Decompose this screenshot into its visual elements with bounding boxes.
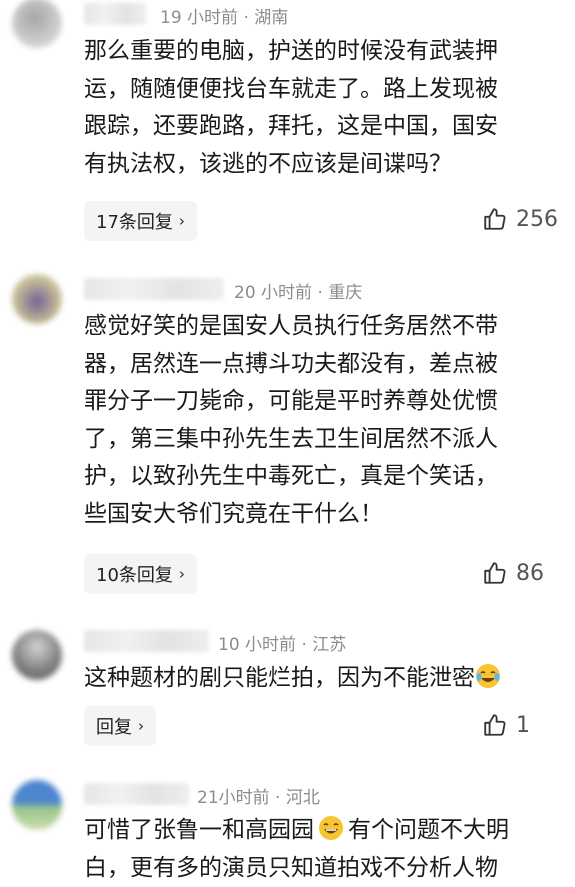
comment-time: 10 小时前 <box>218 635 296 655</box>
laughing-crying-emoji-icon <box>475 663 501 689</box>
comment-location: 江苏 <box>312 635 346 655</box>
comment-location: 重庆 <box>328 283 362 303</box>
reply-label: 回复 <box>96 713 132 739</box>
comment-text: 那么重要的电脑，护送的时候没有武装押 运，随随便便找台车就走了。路上发现被 跟踪… <box>84 33 575 183</box>
chevron-right-icon: › <box>179 212 185 230</box>
avatar[interactable] <box>12 0 62 48</box>
comment-line-text: 有个问题不大明 <box>348 817 509 843</box>
view-replies-button[interactable]: 10条回复 › <box>84 554 197 594</box>
comment-meta: 10 小时前 · 江苏 <box>218 630 346 655</box>
reply-count-label: 17条回复 <box>96 208 173 234</box>
grinning-emoji-icon <box>318 815 344 841</box>
comment-line: 罪分子一刀毙命，可能是平时养尊处优惯 <box>84 383 575 421</box>
meta-separator: · <box>270 788 286 808</box>
view-replies-button[interactable]: 17条回复 › <box>84 201 197 241</box>
avatar[interactable] <box>12 274 62 324</box>
comment-line-text: 可惜了张鲁一和高园园 <box>84 817 314 843</box>
comment-meta: 21小时前 · 河北 <box>197 783 320 808</box>
comment-text: 这种题材的剧只能烂拍，因为不能泄密 <box>84 660 575 698</box>
like-button[interactable]: 256 <box>482 206 558 232</box>
avatar[interactable] <box>12 780 62 830</box>
comment-line: 些国安大爷们究竟在干什么！ <box>84 496 575 534</box>
thumbs-up-icon <box>482 712 508 738</box>
comment-time: 19 小时前 <box>160 8 238 28</box>
comment-line: 那么重要的电脑，护送的时候没有武装押 <box>84 33 575 71</box>
comment-text: 感觉好笑的是国安人员执行任务居然不带 器，居然连一点搏斗功夫都没有，差点被 罪分… <box>84 308 575 533</box>
comment-line: 护，以致孙先生中毒死亡，真是个笑话， <box>84 458 575 496</box>
meta-separator: · <box>296 635 312 655</box>
username-blurred[interactable] <box>84 783 189 805</box>
reply-button[interactable]: 回复 › <box>84 706 156 746</box>
comment-line: 这种题材的剧只能烂拍，因为不能泄密 <box>84 660 575 698</box>
meta-separator: · <box>312 283 328 303</box>
avatar[interactable] <box>12 630 62 680</box>
comment-line: 感觉好笑的是国安人员执行任务居然不带 <box>84 308 575 346</box>
comment-meta: 19 小时前 · 湖南 <box>160 3 288 28</box>
comment-meta: 20 小时前 · 重庆 <box>234 278 362 303</box>
thumbs-up-icon <box>482 560 508 586</box>
like-button[interactable]: 1 <box>482 712 530 738</box>
like-count: 1 <box>516 713 530 738</box>
comment-time: 20 小时前 <box>234 283 312 303</box>
comment-location: 河北 <box>286 788 320 808</box>
comment-line: 了，第三集中孙先生去卫生间居然不派人 <box>84 421 575 459</box>
comment-text: 可惜了张鲁一和高园园 有个问题不大明 白，更有多的演员只知道拍戏不分析人物 <box>84 812 575 887</box>
like-count: 86 <box>516 561 544 586</box>
comment-location: 湖南 <box>254 8 288 28</box>
comment-line: 器，居然连一点搏斗功夫都没有，差点被 <box>84 346 575 384</box>
comment-time: 21小时前 <box>197 788 270 808</box>
thumbs-up-icon <box>482 206 508 232</box>
comment-line: 白，更有多的演员只知道拍戏不分析人物 <box>84 850 575 887</box>
like-count: 256 <box>516 207 558 232</box>
comment-line: 运，随随便便找台车就走了。路上发现被 <box>84 71 575 109</box>
username-blurred[interactable] <box>84 630 209 652</box>
comment-line: 可惜了张鲁一和高园园 有个问题不大明 <box>84 812 575 850</box>
reply-count-label: 10条回复 <box>96 561 173 587</box>
comment-line: 跟踪，还要跑路，拜托，这是中国，国安 <box>84 108 575 146</box>
chevron-right-icon: › <box>179 565 185 583</box>
chevron-right-icon: › <box>138 717 144 735</box>
username-blurred[interactable] <box>84 3 146 25</box>
username-blurred[interactable] <box>84 278 224 300</box>
comment-line: 有执法权，该逃的不应该是间谍吗？ <box>84 146 575 184</box>
like-button[interactable]: 86 <box>482 560 544 586</box>
meta-separator: · <box>238 8 254 28</box>
comment-line-text: 这种题材的剧只能烂拍，因为不能泄密 <box>84 665 475 691</box>
